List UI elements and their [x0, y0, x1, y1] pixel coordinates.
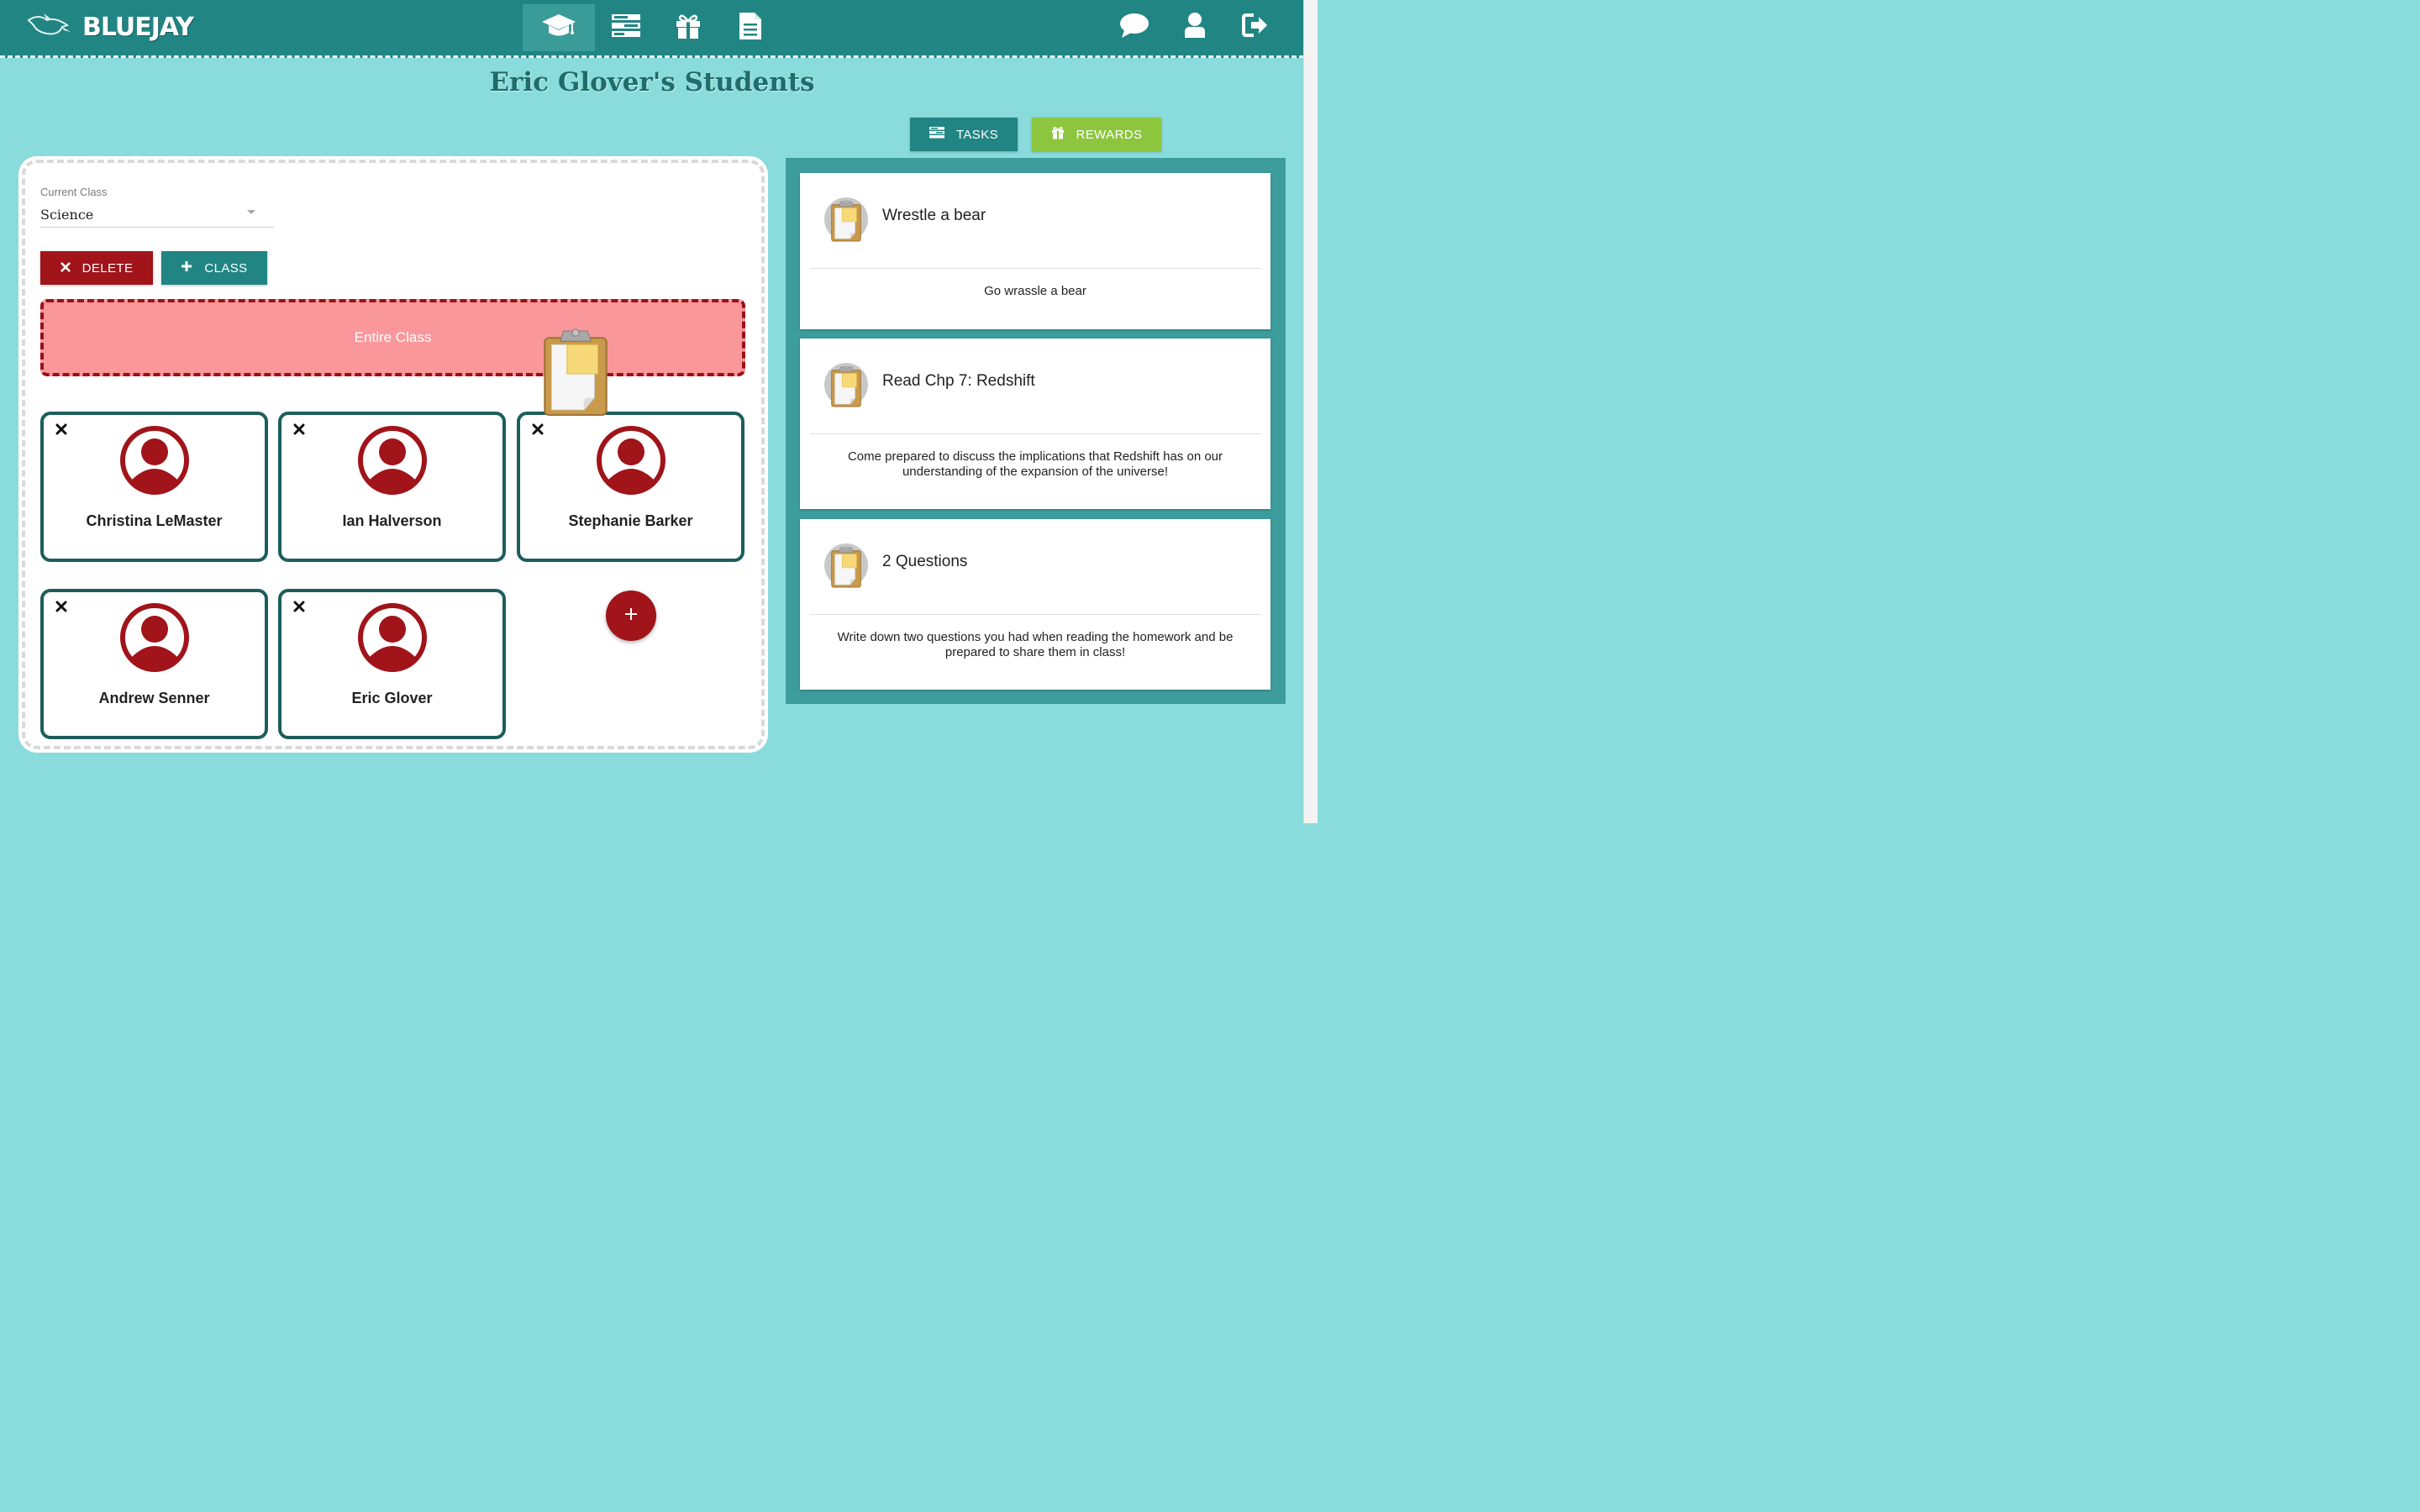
gift-icon — [675, 13, 702, 44]
divider — [810, 268, 1260, 269]
task-card[interactable]: Wrestle a bear Go wrassle a bear — [800, 173, 1270, 329]
tasks-list-icon — [929, 127, 944, 142]
current-class-value: Science — [40, 207, 94, 223]
delete-class-button[interactable]: DELETE — [40, 251, 153, 285]
task-description: Come prepared to discuss the implication… — [847, 449, 1223, 479]
brand[interactable]: BLUEJAY — [25, 7, 194, 47]
header-actions — [1119, 12, 1270, 42]
scrollbar[interactable] — [1303, 0, 1318, 823]
chevron-down-icon — [247, 210, 255, 214]
divider — [810, 614, 1260, 615]
delete-class-label: DELETE — [82, 260, 134, 276]
divider — [810, 433, 1260, 434]
remove-student-icon[interactable] — [293, 601, 305, 612]
top-navbar: BLUEJAY — [0, 0, 1304, 58]
task-title: 2 Questions — [882, 553, 968, 570]
remove-student-icon[interactable] — [55, 601, 67, 612]
gift-icon — [1051, 126, 1065, 143]
add-class-button[interactable]: CLASS — [161, 251, 267, 285]
student-card[interactable]: Ian Halverson — [278, 412, 506, 562]
entire-class-dropzone[interactable]: Entire Class — [40, 299, 745, 376]
clipboard-icon — [823, 543, 869, 592]
nav-documents[interactable] — [719, 4, 781, 51]
brand-name: BLUEJAY — [82, 12, 194, 42]
task-card[interactable]: 2 Questions Write down two questions you… — [800, 519, 1270, 690]
plus-icon — [181, 260, 192, 276]
current-class-label: Current Class — [40, 186, 108, 198]
student-name: Ian Halverson — [342, 512, 442, 529]
graduation-cap-icon — [540, 12, 577, 45]
logout-button[interactable] — [1240, 12, 1270, 42]
dragged-task-clipboard-icon[interactable] — [541, 328, 610, 421]
student-name: Eric Glover — [351, 690, 433, 706]
task-title: Read Chp 7: Redshift — [882, 372, 1035, 390]
user-icon — [1184, 12, 1206, 43]
chat-icon — [1119, 12, 1150, 43]
task-title: Wrestle a bear — [882, 207, 986, 224]
student-name: Andrew Senner — [98, 690, 210, 706]
student-card[interactable]: Andrew Senner — [40, 589, 268, 739]
page-title: Eric Glover's Students — [489, 67, 815, 97]
current-class-select[interactable]: Science — [40, 202, 274, 228]
tasks-button[interactable]: TASKS — [910, 118, 1018, 151]
nav-rewards[interactable] — [657, 4, 719, 51]
clipboard-icon — [823, 362, 869, 412]
rewards-button[interactable]: REWARDS — [1032, 118, 1161, 151]
plus-icon — [624, 607, 638, 625]
avatar — [119, 602, 190, 677]
chat-button[interactable] — [1119, 12, 1150, 42]
tasks-list-icon — [611, 13, 641, 43]
main-nav — [523, 4, 781, 51]
rewards-button-label: REWARDS — [1076, 127, 1143, 142]
remove-student-icon[interactable] — [293, 423, 305, 435]
student-card[interactable]: Stephanie Barker — [517, 412, 744, 562]
profile-button[interactable] — [1180, 12, 1210, 42]
add-student-button[interactable] — [606, 591, 656, 641]
avatar — [596, 425, 666, 500]
avatar — [357, 425, 428, 500]
avatar — [119, 425, 190, 500]
remove-student-icon[interactable] — [532, 423, 544, 435]
task-card[interactable]: Read Chp 7: Redshift Come prepared to di… — [800, 339, 1270, 509]
app-root: BLUEJAY Eric Glover's Students TASKS REW… — [0, 0, 1318, 823]
nav-tasks[interactable] — [595, 4, 657, 51]
student-card[interactable]: Eric Glover — [278, 589, 506, 739]
student-card[interactable]: Christina LeMaster — [40, 412, 268, 562]
entire-class-label: Entire Class — [354, 329, 432, 345]
student-name: Stephanie Barker — [568, 512, 693, 529]
tasks-button-label: TASKS — [955, 127, 999, 142]
task-description: Write down two questions you had when re… — [837, 630, 1234, 659]
student-name: Christina LeMaster — [86, 512, 223, 529]
add-class-label: CLASS — [204, 260, 248, 276]
close-icon — [60, 261, 71, 276]
clipboard-icon — [823, 197, 869, 246]
document-icon — [739, 12, 762, 45]
logout-icon — [1242, 13, 1269, 42]
nav-students[interactable] — [523, 4, 595, 51]
remove-student-icon[interactable] — [55, 423, 67, 435]
bluejay-logo-icon — [25, 10, 72, 45]
task-description: Go wrassle a bear — [984, 284, 1086, 298]
avatar — [357, 602, 428, 677]
